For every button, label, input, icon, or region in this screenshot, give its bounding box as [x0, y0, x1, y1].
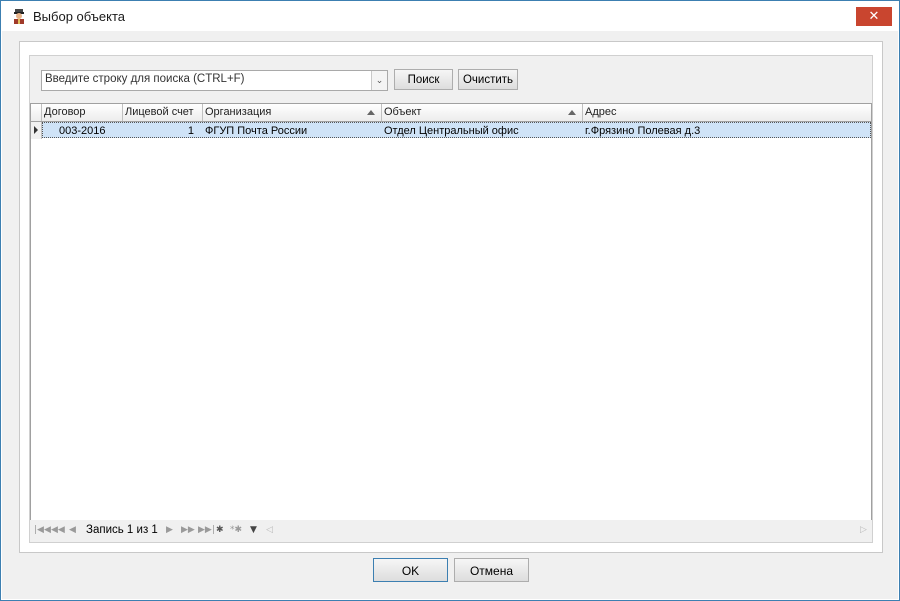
scroll-right-icon[interactable]: ▷ [860, 525, 867, 535]
window-title: Выбор объекта [33, 9, 126, 24]
close-button[interactable]: ✕ [856, 7, 892, 26]
append-icon[interactable]: ✱ [216, 525, 224, 535]
cell-object: Отдел Центральный офис [384, 125, 519, 137]
record-navigator: |◀◀ ◀◀ ◀ Запись 1 из 1 ▶ ▶▶ ▶▶| ✱ *✱ ▼ ◁… [30, 520, 872, 542]
sort-ascending-icon [568, 110, 576, 115]
prev-page-icon[interactable]: ◀◀ [51, 525, 65, 535]
cell-account: 1 [187, 125, 194, 137]
selected-row-body[interactable]: 003-2016 1 ФГУП Почта России Отдел Центр… [42, 122, 871, 138]
insert-icon[interactable]: *✱ [230, 525, 242, 535]
column-header-contract[interactable]: Договор [42, 104, 123, 121]
app-icon [14, 9, 24, 24]
column-header-label: Объект [384, 106, 422, 118]
prev-record-icon[interactable]: ◀ [69, 525, 76, 535]
column-header-object[interactable]: Объект [382, 104, 583, 121]
search-button[interactable]: Поиск [394, 69, 453, 90]
sort-ascending-icon [367, 110, 375, 115]
clear-button[interactable]: Очистить [458, 69, 518, 90]
content-frame: Введите строку для поиска (CTRL+F) ⌄ Пои… [19, 41, 883, 553]
column-header-label: Организация [205, 106, 272, 118]
record-counter: Запись 1 из 1 [86, 524, 158, 536]
chevron-down-icon: ⌄ [375, 75, 384, 85]
title-bar: Выбор объекта ✕ [1, 1, 899, 31]
header-indicator-cell [31, 104, 42, 121]
close-icon: ✕ [868, 9, 880, 24]
next-page-icon[interactable]: ▶▶ [181, 525, 195, 535]
column-header-address[interactable]: Адрес [583, 104, 871, 121]
filter-icon[interactable]: ▼ [250, 525, 257, 535]
ok-button[interactable]: OK [373, 558, 448, 582]
grid-panel: Введите строку для поиска (CTRL+F) ⌄ Пои… [29, 55, 873, 543]
cancel-button[interactable]: Отмена [454, 558, 529, 582]
data-grid[interactable]: Договор Лицевой счет Организация Объект [30, 103, 872, 521]
cell-contract: 003-2016 [59, 125, 106, 137]
first-page-icon[interactable]: |◀◀ [34, 525, 51, 535]
column-header-organization[interactable]: Организация [203, 104, 382, 121]
dialog-client-area: Введите строку для поиска (CTRL+F) ⌄ Пои… [2, 31, 898, 599]
table-row[interactable]: 003-2016 1 ФГУП Почта России Отдел Центр… [31, 122, 871, 139]
search-input[interactable]: Введите строку для поиска (CTRL+F) ⌄ [41, 70, 388, 91]
cell-organization: ФГУП Почта России [205, 125, 308, 137]
cell-address: г.Фрязино Полевая д.3 [585, 125, 701, 137]
last-page-icon[interactable]: ▶▶| [198, 525, 215, 535]
grid-header: Договор Лицевой счет Организация Объект [31, 104, 871, 122]
current-row-icon [34, 126, 38, 134]
next-record-icon[interactable]: ▶ [166, 525, 173, 535]
column-header-label: Адрес [585, 106, 617, 118]
column-header-account[interactable]: Лицевой счет [123, 104, 203, 121]
column-header-label: Лицевой счет [125, 106, 194, 118]
search-placeholder: Введите строку для поиска (CTRL+F) [45, 73, 245, 85]
row-indicator [31, 122, 42, 139]
scroll-left-icon[interactable]: ◁ [266, 525, 273, 535]
column-header-label: Договор [44, 106, 86, 118]
search-dropdown-button[interactable]: ⌄ [371, 71, 387, 90]
dialog-window: Выбор объекта ✕ Введите строку для поиск… [0, 0, 900, 601]
